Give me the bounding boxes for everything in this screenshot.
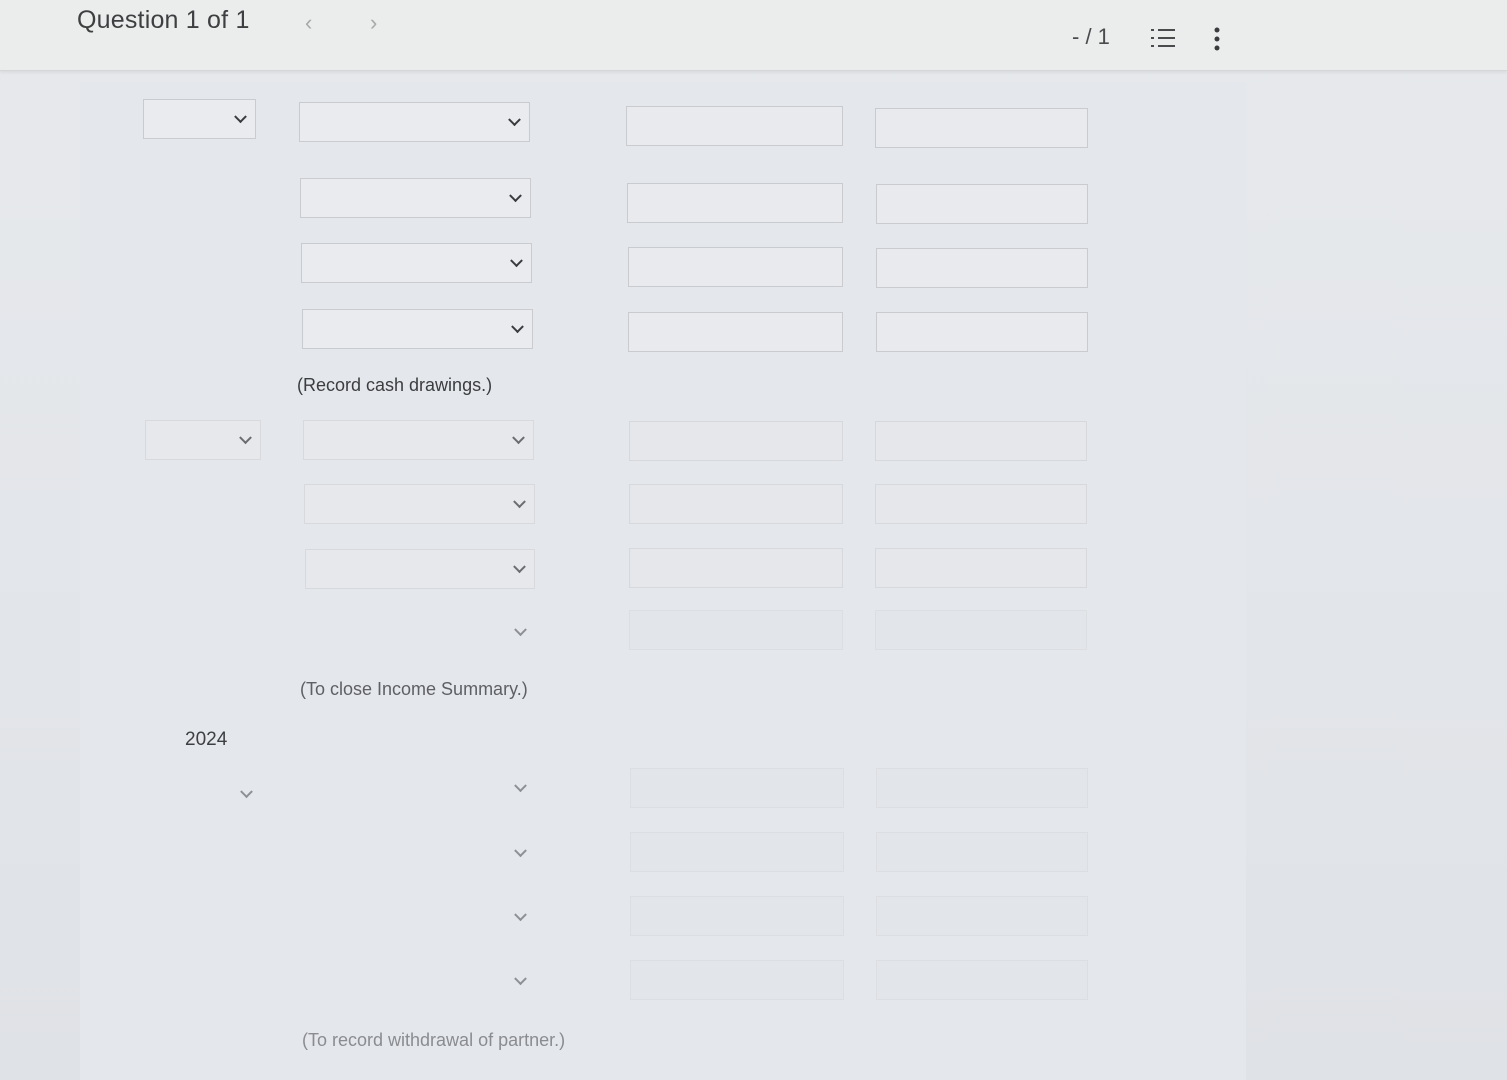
entry-1-row-2-debit-input[interactable]	[627, 183, 843, 223]
entry-3-row-4-debit-input[interactable]	[630, 960, 844, 1000]
entry-2-row-2-credit-input[interactable]	[875, 484, 1087, 524]
entry-1-row-3-account-select[interactable]	[301, 243, 532, 283]
entry-1-row-2-credit-input[interactable]	[876, 184, 1088, 224]
chevron-down-icon	[239, 431, 252, 445]
entry-2-row-4-account-select[interactable]	[306, 612, 536, 652]
chevron-down-icon	[508, 113, 521, 127]
entry-2-row-3-account-select[interactable]	[305, 549, 535, 589]
chevron-down-icon	[514, 972, 527, 986]
chevron-down-icon	[509, 189, 522, 203]
chevron-down-icon	[514, 908, 527, 922]
entry-3-row-3-debit-input[interactable]	[630, 896, 844, 936]
entry-3-row-2-debit-input[interactable]	[630, 832, 844, 872]
chevron-down-icon	[240, 785, 253, 799]
entry-2-date-select[interactable]	[145, 420, 261, 460]
entry-3-row-1-debit-input[interactable]	[630, 768, 844, 808]
entry-3-row-3-credit-input[interactable]	[876, 896, 1088, 936]
entry-3-row-3-account-select[interactable]	[306, 897, 536, 937]
entry-1-row-1-debit-input[interactable]	[626, 106, 843, 146]
entry-2-row-3-debit-input[interactable]	[629, 548, 843, 588]
entry-2-row-4-debit-input[interactable]	[629, 610, 843, 650]
score-indicator: - / 1	[1072, 24, 1110, 49]
entry-1-row-4-debit-input[interactable]	[628, 312, 843, 352]
chevron-down-icon	[513, 495, 526, 509]
question-header: Question 1 of 1 ‹ › - / 1	[0, 0, 1507, 71]
more-vertical-icon[interactable]	[1210, 26, 1224, 52]
entry-1-row-3-debit-input[interactable]	[628, 247, 843, 287]
chevron-down-icon	[234, 110, 247, 124]
entry-1-row-2-account-select[interactable]	[300, 178, 531, 218]
list-icon[interactable]	[1150, 26, 1176, 50]
entry-3-date-select[interactable]	[148, 774, 262, 814]
previous-question-button[interactable]: ‹	[305, 10, 312, 36]
entry-3-row-2-account-select[interactable]	[306, 833, 536, 873]
entry-1-row-1-credit-input[interactable]	[875, 108, 1088, 148]
entry-1-date-select[interactable]	[143, 99, 256, 139]
entry-2-row-1-account-select[interactable]	[303, 420, 534, 460]
entry-3-row-4-credit-input[interactable]	[876, 960, 1088, 1000]
entry-3-row-1-account-select[interactable]	[306, 768, 536, 808]
chevron-down-icon	[514, 779, 527, 793]
entry-2-row-1-debit-input[interactable]	[629, 421, 843, 461]
chevron-down-icon	[510, 254, 523, 268]
chevron-down-icon	[514, 844, 527, 858]
year-label: 2024	[185, 729, 228, 750]
chevron-down-icon	[513, 560, 526, 574]
entry-3-row-2-credit-input[interactable]	[876, 832, 1088, 872]
entry-2-row-2-account-select[interactable]	[304, 484, 535, 524]
entry-1-row-4-credit-input[interactable]	[876, 312, 1088, 352]
chevron-down-icon	[511, 320, 524, 334]
next-question-button[interactable]: ›	[370, 10, 377, 36]
entry-1-row-3-credit-input[interactable]	[876, 248, 1088, 288]
entry-3-note: (To record withdrawal of partner.)	[302, 1030, 566, 1050]
entry-1-note: (Record cash drawings.)	[297, 375, 493, 395]
entry-2-row-3-credit-input[interactable]	[875, 548, 1087, 588]
entry-3-row-1-credit-input[interactable]	[876, 768, 1088, 808]
entry-1-row-1-account-select[interactable]	[299, 102, 530, 142]
entry-2-row-4-credit-input[interactable]	[875, 610, 1087, 650]
chevron-down-icon	[514, 623, 527, 637]
entry-2-note: (To close Income Summary.)	[300, 679, 528, 699]
question-counter: Question 1 of 1	[77, 6, 250, 34]
entry-3-row-4-account-select[interactable]	[306, 961, 536, 1001]
chevron-down-icon	[512, 431, 525, 445]
entry-2-row-1-credit-input[interactable]	[875, 421, 1087, 461]
entry-1-row-4-account-select[interactable]	[302, 309, 533, 349]
entry-2-row-2-debit-input[interactable]	[629, 484, 843, 524]
